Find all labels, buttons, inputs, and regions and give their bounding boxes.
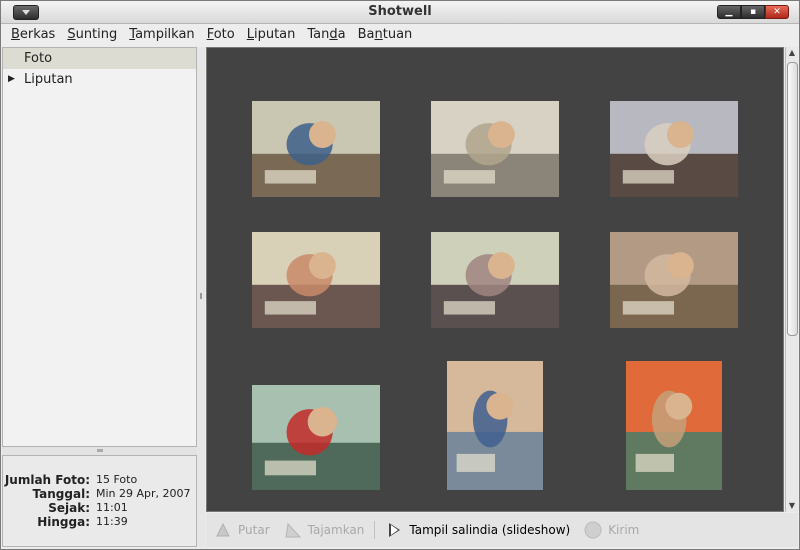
photo-image <box>252 232 380 328</box>
maximize-button[interactable]: ▪ <box>741 5 765 19</box>
info-key: Sejak: <box>48 501 90 515</box>
info-value: Min 29 Apr, 2007 <box>96 487 191 500</box>
photo-image <box>252 385 380 490</box>
close-button[interactable]: ✕ <box>765 5 789 19</box>
scroll-down-arrow-icon[interactable]: ▼ <box>786 500 798 512</box>
info-row-start: Sejak: 11:01 <box>3 501 196 515</box>
photo-image <box>610 101 738 197</box>
photo-mother-child-floor[interactable] <box>252 101 380 197</box>
photo-birthday-banner[interactable] <box>431 101 559 197</box>
scrollbar-thumb[interactable] <box>787 62 798 336</box>
sharpen-button[interactable]: Tajamkan <box>284 521 365 539</box>
menu-foto[interactable]: Foto <box>201 24 241 46</box>
menu-tampilkan[interactable]: Tampilkan <box>123 24 200 46</box>
window-title: Shotwell <box>368 4 432 19</box>
photo-image <box>431 101 559 197</box>
info-row-end: Hingga: 11:39 <box>3 515 196 529</box>
photo-baby-walker[interactable] <box>252 385 380 490</box>
info-value: 11:01 <box>96 501 128 514</box>
photo-image <box>252 101 380 197</box>
maximize-icon: ▪ <box>749 7 757 17</box>
title-bar: Shotwell ▁ ▪ ✕ <box>1 1 799 24</box>
bottom-toolbar: Putar Tajamkan Tampil salindia (slidesho… <box>206 513 798 547</box>
photo-image <box>626 361 722 490</box>
info-key: Hingga: <box>37 515 90 529</box>
menu-tanda[interactable]: Tanda <box>301 24 351 46</box>
photo-image <box>610 232 738 328</box>
slideshow-label: Tampil salindia (slideshow) <box>409 523 571 537</box>
photo-boy-cap[interactable] <box>626 361 722 490</box>
photo-image <box>431 232 559 328</box>
sidebar-item-foto[interactable]: Foto <box>3 48 196 69</box>
sharpen-icon <box>285 522 301 538</box>
sidebar-item-label: Foto <box>24 51 53 66</box>
rotate-button[interactable]: Putar <box>214 521 270 539</box>
sharpen-label: Tajamkan <box>307 523 365 537</box>
photo-grid <box>206 47 784 512</box>
send-button[interactable]: Kirim <box>584 521 639 539</box>
rotate-icon <box>216 522 230 537</box>
sidebar-splitter[interactable] <box>2 447 197 455</box>
info-key: Jumlah Foto: <box>4 473 90 487</box>
info-value: 15 Foto <box>96 473 138 486</box>
photo-boy-gifts[interactable] <box>610 232 738 328</box>
menu-sunting[interactable]: Sunting <box>61 24 123 46</box>
play-icon <box>385 521 403 539</box>
sidebar: Foto ▶ Liputan <box>2 47 197 447</box>
menu-liputan[interactable]: Liputan <box>241 24 302 46</box>
photo-baby-candle[interactable] <box>431 232 559 328</box>
toolbar-separator <box>374 521 376 539</box>
photo-baby-cake-1[interactable] <box>252 232 380 328</box>
close-icon: ✕ <box>773 7 781 17</box>
menu-bantuan[interactable]: Bantuan <box>352 24 419 46</box>
vertical-scrollbar[interactable]: ▲ ▼ <box>785 47 798 512</box>
slideshow-button[interactable]: Tampil salindia (slideshow) <box>385 521 570 539</box>
expander-icon[interactable]: ▶ <box>8 69 15 90</box>
minimize-button[interactable]: ▁ <box>717 5 741 19</box>
sidebar-item-liputan[interactable]: ▶ Liputan <box>3 69 196 90</box>
info-panel: Jumlah Foto: 15 Foto Tanggal: Min 29 Apr… <box>2 455 197 547</box>
send-icon <box>584 521 602 539</box>
menu-bar: Berkas Sunting Tampilkan Foto Liputan Tanda Ba… <box>1 24 799 46</box>
info-row-count: Jumlah Foto: 15 Foto <box>3 473 196 487</box>
info-row-date: Tanggal: Min 29 Apr, 2007 <box>3 487 196 501</box>
info-key: Tanggal: <box>32 487 90 501</box>
scroll-up-arrow-icon[interactable]: ▲ <box>786 47 798 59</box>
photo-image <box>447 361 543 490</box>
photo-boy-smiling[interactable] <box>447 361 543 490</box>
sidebar-item-label: Liputan <box>24 72 73 87</box>
info-value: 11:39 <box>96 515 128 528</box>
rotate-label: Putar <box>238 523 270 537</box>
photo-mother-baby-blue[interactable] <box>610 101 738 197</box>
menu-berkas[interactable]: Berkas <box>5 24 61 46</box>
send-label: Kirim <box>608 523 640 537</box>
minimize-icon: ▁ <box>725 7 733 17</box>
pane-splitter[interactable] <box>197 47 205 547</box>
